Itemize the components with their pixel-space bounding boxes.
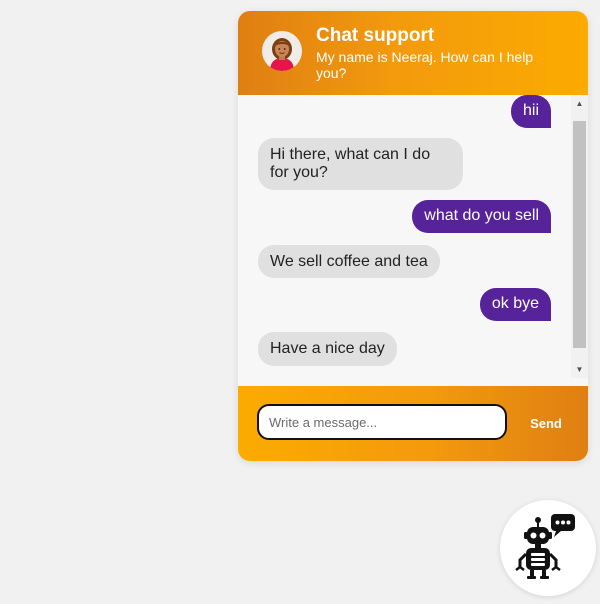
- send-button[interactable]: Send: [524, 411, 568, 435]
- message-input[interactable]: [257, 404, 507, 440]
- chat-title: Chat support: [316, 25, 435, 46]
- scroll-down-arrow-icon[interactable]: ▼: [571, 361, 588, 378]
- user-message: hii: [510, 95, 551, 128]
- message-scrollbar[interactable]: ▲ ▼: [571, 95, 588, 378]
- bot-message: We sell coffee and tea: [258, 245, 440, 278]
- user-message: what do you sell: [412, 200, 551, 233]
- user-message: ok bye: [479, 288, 551, 321]
- message-list[interactable]: hii Hi there, what can I do for you? wha…: [238, 95, 588, 378]
- chatbot-icon: [515, 514, 575, 579]
- chat-widget: Chat support My name is Neeraj. How can …: [238, 11, 588, 461]
- chat-header: Chat support My name is Neeraj. How can …: [238, 11, 588, 95]
- bot-message: Hi there, what can I do for you?: [258, 138, 463, 190]
- scrollbar-thumb[interactable]: [573, 121, 586, 348]
- chatbot-launcher-button[interactable]: [500, 500, 596, 596]
- scroll-up-arrow-icon[interactable]: ▲: [571, 95, 588, 112]
- agent-avatar-icon: [262, 31, 302, 71]
- chat-subtitle: My name is Neeraj. How can I help you?: [316, 49, 534, 81]
- bot-message: Have a nice day: [258, 332, 397, 366]
- message-composer: Send: [238, 386, 588, 461]
